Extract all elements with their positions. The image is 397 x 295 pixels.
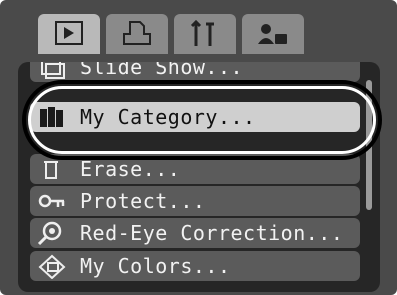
my-colors-icon — [38, 254, 66, 279]
selection-highlight-ring-inner — [28, 86, 376, 154]
play-icon — [55, 21, 83, 45]
tools-icon — [190, 19, 214, 46]
menu-item-label: My Colors... — [80, 254, 231, 278]
my-settings-icon — [258, 24, 287, 44]
camera-screen: Slide Show... My Category... Erase... Pr… — [0, 0, 397, 295]
menu-item-label: Protect... — [80, 189, 206, 213]
menu-item-label: Slide Show... — [80, 62, 244, 79]
tab-playback[interactable] — [38, 14, 100, 54]
menu-item-label: Red-Eye Correction... — [80, 221, 344, 245]
menu-item-slideshow[interactable]: Slide Show... — [30, 62, 360, 82]
slideshow-icon — [41, 62, 65, 79]
menu-item-my-colors[interactable]: My Colors... — [30, 251, 360, 281]
tab-tools[interactable] — [174, 14, 236, 54]
menu-item-red-eye-correction[interactable]: Red-Eye Correction... — [30, 218, 360, 248]
menu-item-label: Erase... — [80, 157, 181, 181]
tab-my-settings[interactable] — [242, 14, 304, 54]
menu-item-protect[interactable]: Protect... — [30, 186, 360, 216]
red-eye-icon — [37, 221, 62, 246]
key-icon — [38, 194, 65, 208]
print-icon — [123, 21, 151, 45]
tab-print[interactable] — [106, 14, 168, 54]
